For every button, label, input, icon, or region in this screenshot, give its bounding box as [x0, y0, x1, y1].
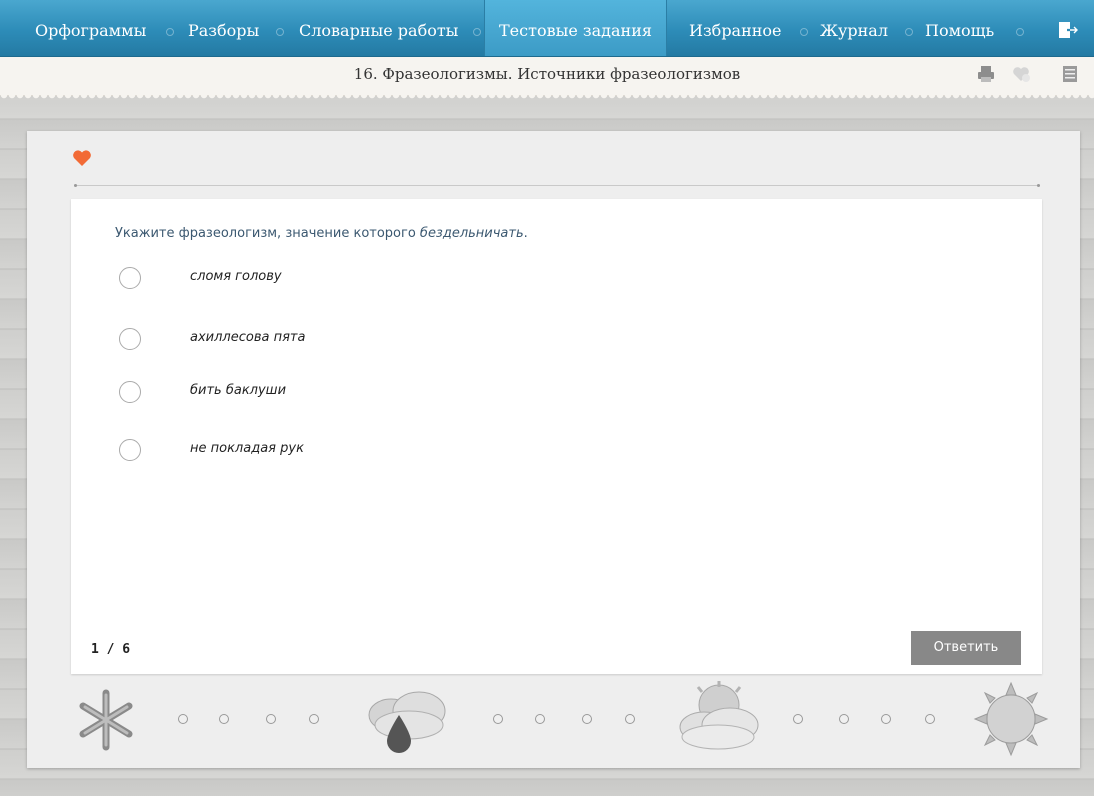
heart-add-icon[interactable] [1011, 64, 1031, 84]
progress-dot [309, 714, 319, 724]
question-text: Укажите фразеологизм, значение которого … [115, 226, 528, 241]
question-emphasis: бездельничать [419, 226, 524, 241]
nav-item-orthograms[interactable]: Орфограммы [35, 0, 146, 56]
radio-button[interactable] [119, 328, 141, 350]
progress-dot [219, 714, 229, 724]
list-icon[interactable] [1060, 64, 1080, 84]
nav-item-test-tasks[interactable]: Тестовые задания [484, 0, 667, 56]
radio-button[interactable] [119, 439, 141, 461]
snowflake-icon [79, 689, 133, 751]
option-label: бить баклуши [190, 383, 287, 398]
printer-icon[interactable] [976, 64, 996, 84]
question-prefix: Укажите фразеологизм, значение которого [115, 226, 420, 241]
progress-track [71, 681, 1049, 761]
option-label: не покладая рук [190, 441, 304, 456]
heart-icon[interactable] [72, 149, 92, 167]
progress-dot [493, 714, 503, 724]
nav-item-journal[interactable]: Журнал [820, 0, 888, 56]
radio-button[interactable] [119, 381, 141, 403]
progress-dot [793, 714, 803, 724]
lesson-title: 16. Фразеологизмы. Источники фразеологиз… [353, 65, 741, 83]
nav-separator [905, 28, 913, 36]
sun-icon [973, 681, 1049, 757]
nav-separator [473, 28, 481, 36]
progress-dot [839, 714, 849, 724]
option-label: ахиллесова пята [190, 330, 306, 345]
rain-cloud-icon [368, 691, 446, 753]
nav-separator [166, 28, 174, 36]
lesson-title-bar: 16. Фразеологизмы. Источники фразеологиз… [0, 57, 1094, 101]
progress-dot [582, 714, 592, 724]
progress-dot [925, 714, 935, 724]
nav-separator [800, 28, 808, 36]
task-card: Укажите фразеологизм, значение которого … [27, 131, 1080, 768]
nav-item-dictionary-works[interactable]: Словарные работы [299, 0, 458, 56]
nav-item-help[interactable]: Помощь [925, 0, 994, 56]
logout-icon[interactable] [1058, 21, 1078, 39]
nav-item-favorites[interactable]: Избранное [689, 0, 782, 56]
scallop-edge [0, 95, 1094, 101]
progress-dot [535, 714, 545, 724]
sun-cloud-icon [679, 681, 759, 750]
divider [74, 184, 1040, 187]
progress-dot [881, 714, 891, 724]
top-navigation: Орфограммы Разборы Словарные работы Тест… [0, 0, 1094, 57]
nav-separator [276, 28, 284, 36]
option-label: сломя голову [190, 269, 282, 284]
progress-dot [266, 714, 276, 724]
answer-button[interactable]: Ответить [911, 631, 1021, 665]
radio-button[interactable] [119, 267, 141, 289]
question-counter: 1 / 6 [91, 642, 131, 657]
question-suffix: . [523, 226, 528, 241]
question-panel: Укажите фразеологизм, значение которого … [71, 199, 1042, 674]
nav-item-analyses[interactable]: Разборы [188, 0, 259, 56]
progress-dot [625, 714, 635, 724]
nav-separator [1016, 28, 1024, 36]
progress-dot [178, 714, 188, 724]
